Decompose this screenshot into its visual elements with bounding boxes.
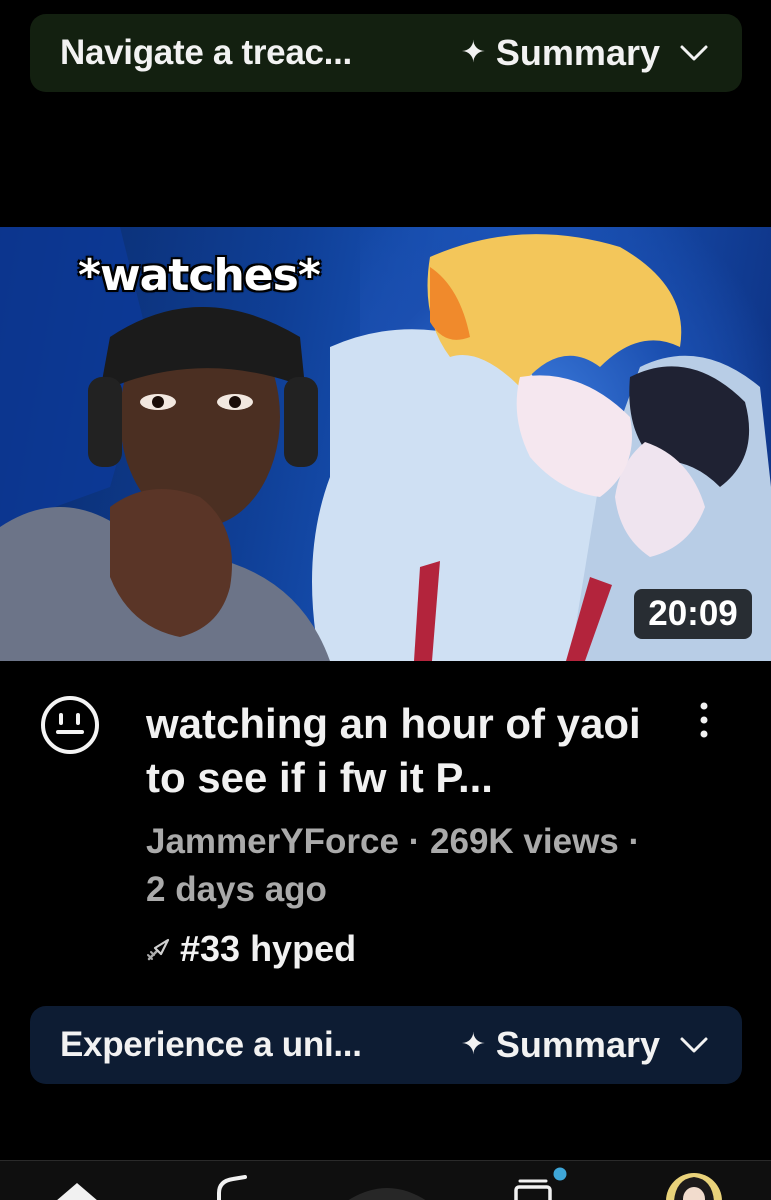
bottom-nav <box>0 1160 771 1200</box>
subscriptions-icon[interactable] <box>508 1167 572 1200</box>
chevron-down-icon <box>680 1037 708 1053</box>
summary-label: Summary <box>495 1024 660 1065</box>
summary-pill-bottom[interactable]: Experience a uni... ✦ Summary <box>30 1006 742 1084</box>
more-options-icon[interactable] <box>692 700 716 740</box>
meta-separator: · <box>618 822 641 861</box>
upload-age: 2 days ago <box>146 870 327 909</box>
hype-badge[interactable]: #33 hyped <box>146 928 356 970</box>
chevron-down-icon <box>680 45 708 61</box>
view-count: 269K views <box>430 822 619 861</box>
hype-icon <box>147 938 170 961</box>
hype-text: #33 hyped <box>180 928 357 969</box>
create-icon[interactable] <box>345 1167 429 1200</box>
duration-badge: 20:09 <box>634 589 752 639</box>
video-title[interactable]: watching an hour of yaoi to see if i fw … <box>146 697 666 805</box>
channel-avatar[interactable] <box>38 693 102 757</box>
video-thumbnail[interactable]: *watches* 20:09 <box>0 227 771 661</box>
video-metadata: JammerYForce · 269K views · 2 days ago <box>146 818 706 914</box>
summary-pill-top[interactable]: Navigate a treac... ✦ Summary <box>30 14 742 92</box>
summary-text: Navigate a treac... <box>60 33 352 72</box>
you-avatar[interactable] <box>662 1167 726 1200</box>
summary-toggle[interactable]: ✦ Summary <box>461 32 712 74</box>
sparkle-icon: ✦ <box>460 36 486 69</box>
summary-toggle[interactable]: ✦ Summary <box>461 1024 712 1066</box>
sparkle-icon: ✦ <box>460 1028 486 1061</box>
home-icon[interactable] <box>52 1167 102 1200</box>
channel-name[interactable]: JammerYForce <box>146 822 399 861</box>
shorts-icon[interactable] <box>205 1167 261 1200</box>
summary-label: Summary <box>495 32 660 73</box>
summary-text: Experience a uni... <box>60 1025 362 1064</box>
meta-separator: · <box>398 822 431 861</box>
thumbnail-caption: *watches* <box>78 250 321 301</box>
